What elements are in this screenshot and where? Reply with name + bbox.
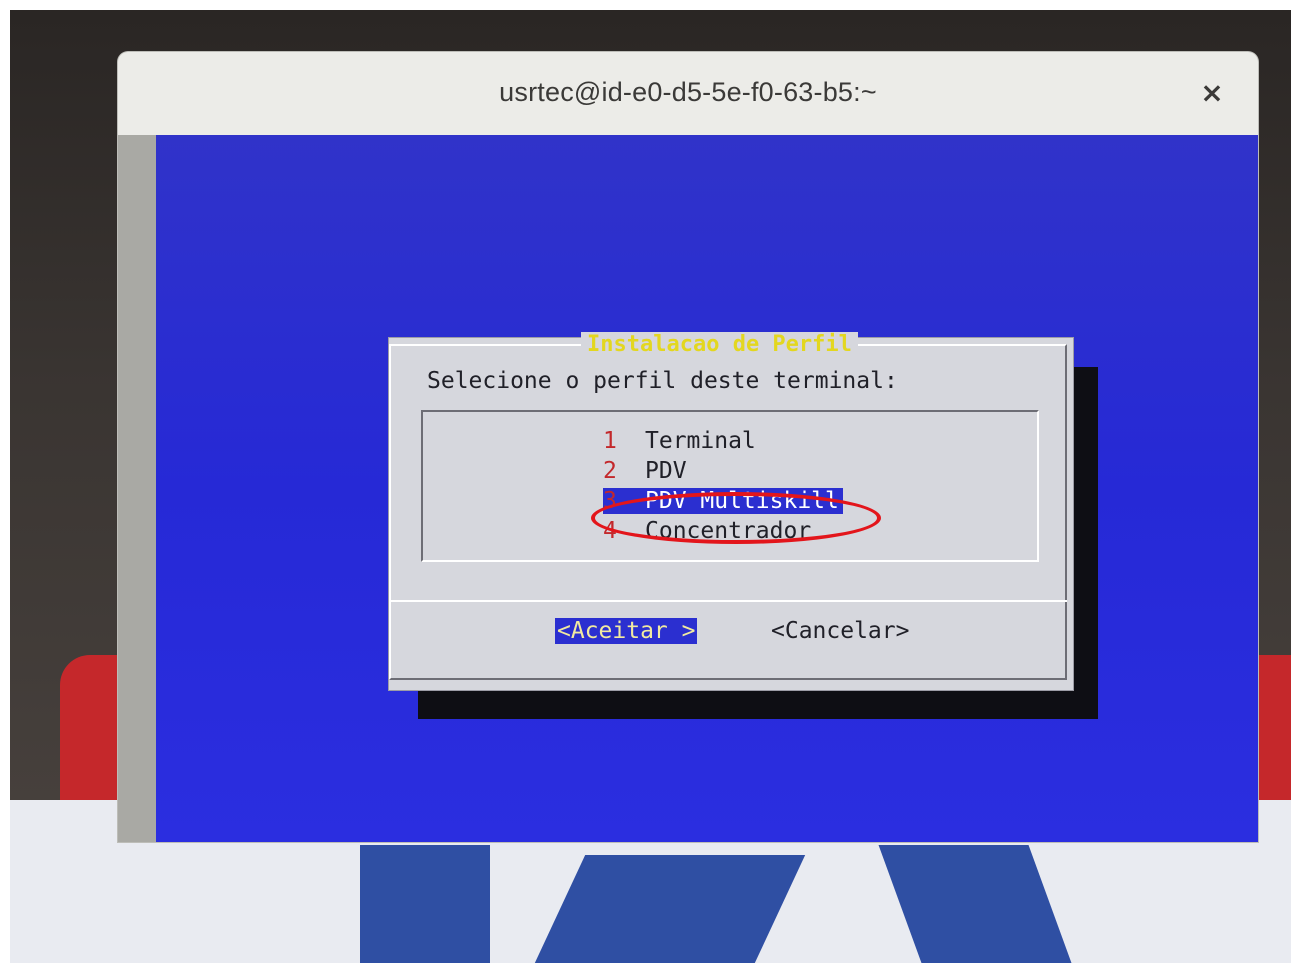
menu-item-number: 2 <box>603 458 617 484</box>
menu-item-label: Terminal <box>645 428 756 454</box>
dialog-buttons: <Aceitar > <Cancelar> <box>389 618 1073 652</box>
dialog-prompt: Selecione o perfil deste terminal: <box>427 368 898 394</box>
window-title: usrtec@id-e0-d5-5e-f0-63-b5:~ <box>499 76 877 107</box>
profile-dialog: Instalacao de Perfil Selecione o perfil … <box>388 332 1074 691</box>
menu-item-number: 1 <box>603 428 617 454</box>
accept-button[interactable]: <Aceitar > <box>555 618 698 644</box>
dialog-title: Instalacao de Perfil <box>581 332 858 357</box>
window-titlebar[interactable]: usrtec@id-e0-d5-5e-f0-63-b5:~ × <box>118 52 1258 132</box>
cancel-button[interactable]: <Cancelar> <box>771 618 909 644</box>
menu-item-pdv[interactable]: 2 PDV <box>603 456 687 486</box>
menu-item-label: PDV <box>645 458 687 484</box>
close-icon[interactable]: × <box>1194 74 1230 110</box>
terminal-window: usrtec@id-e0-d5-5e-f0-63-b5:~ × Instalac… <box>118 52 1258 842</box>
annotation-ellipse <box>591 492 881 544</box>
profile-menu: 1 Terminal 2 PDV 3 PDV Multiskill 4 Conc… <box>421 410 1039 562</box>
terminal-area[interactable]: Instalacao de Perfil Selecione o perfil … <box>156 135 1258 842</box>
button-divider <box>389 600 1067 602</box>
menu-item-terminal[interactable]: 1 Terminal <box>603 426 756 456</box>
terminal-scrollbar[interactable] <box>118 135 157 842</box>
background-logo-blue-shape <box>360 845 490 963</box>
